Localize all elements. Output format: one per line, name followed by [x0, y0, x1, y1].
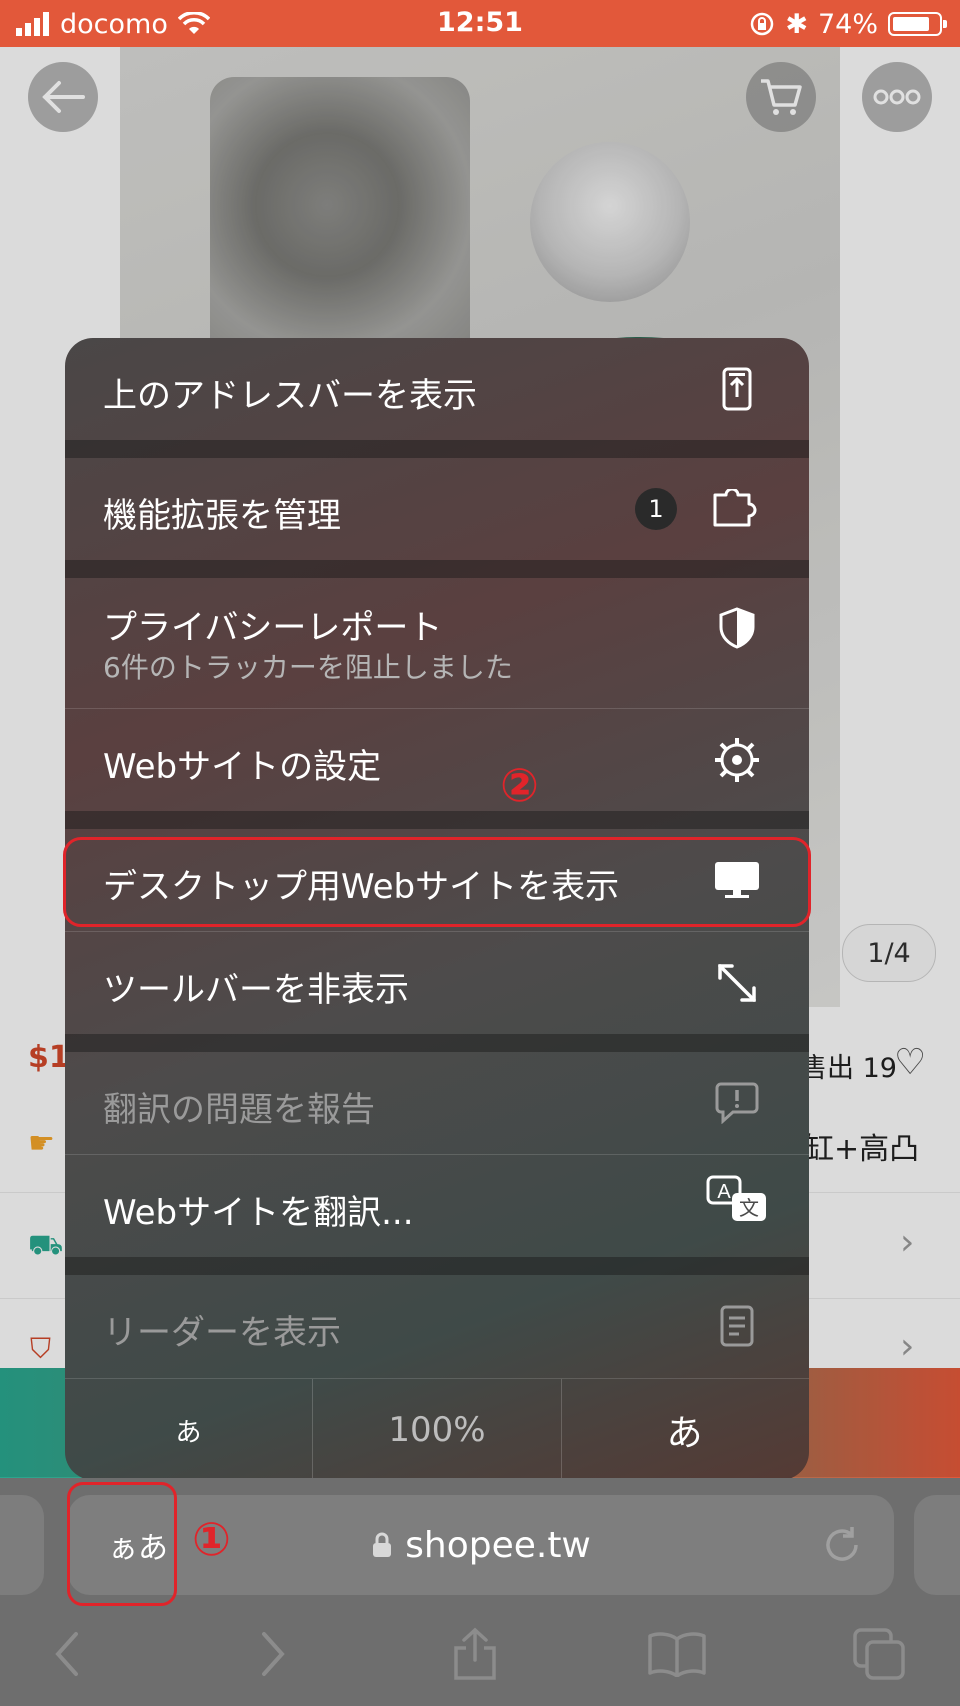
lock-icon — [373, 1532, 392, 1557]
previous-tab-preview[interactable] — [0, 1495, 44, 1595]
phone-top-bar-icon — [705, 357, 769, 421]
forward-button-browser[interactable] — [228, 1614, 318, 1694]
menu-item-label: ツールバーを非表示 — [103, 970, 409, 1010]
menu-item-sublabel: 6件のトラッカーを阻止しました — [103, 651, 513, 684]
status-bar: docomo 12:51 ✱ 74% — [0, 0, 960, 47]
tabs-icon — [853, 1628, 905, 1680]
bookmarks-button[interactable] — [632, 1614, 722, 1694]
translate-icon: A 文 — [705, 1169, 769, 1233]
svg-text:A: A — [717, 1181, 731, 1203]
report-bubble-icon — [705, 1071, 769, 1135]
svg-text:文: 文 — [739, 1196, 759, 1220]
menu-item-manage-extensions[interactable]: 機能拡張を管理 1 — [65, 458, 809, 560]
menu-item-label: Webサイトを翻訳... — [103, 1193, 414, 1233]
reader-icon — [705, 1294, 769, 1358]
menu-item-report-translation-issue[interactable]: 翻訳の問題を報告 — [65, 1052, 809, 1154]
menu-item-translate-website[interactable]: Webサイトを翻訳... A 文 — [65, 1155, 809, 1257]
menu-item-privacy-report[interactable]: プライバシーレポート 6件のトラッカーを阻止しました — [65, 578, 809, 708]
battery-percent: 74% — [817, 8, 878, 40]
tabs-button[interactable] — [834, 1614, 924, 1694]
menu-item-label: 機能拡張を管理 — [103, 496, 341, 536]
chevron-left-icon — [55, 1632, 78, 1676]
puzzle-icon — [705, 477, 769, 541]
menu-item-label: プライバシーレポート — [103, 608, 443, 648]
zoom-level[interactable]: 100% — [312, 1379, 562, 1480]
zoom-controls: あ 100% あ — [65, 1378, 809, 1480]
step-1-marker: ① — [192, 1512, 231, 1566]
battery-icon — [888, 12, 947, 36]
menu-item-hide-toolbar[interactable]: ツールバーを非表示 — [65, 932, 809, 1034]
menu-item-show-reader[interactable]: リーダーを表示 — [65, 1275, 809, 1377]
bluetooth-icon: ✱ — [785, 8, 808, 40]
gear-icon — [705, 728, 769, 792]
share-icon — [454, 1627, 496, 1680]
menu-item-show-top-address-bar[interactable]: 上のアドレスバーを表示 — [65, 338, 809, 440]
zoom-out-button[interactable]: あ — [65, 1379, 312, 1480]
share-button[interactable] — [430, 1614, 520, 1694]
menu-item-label: リーダーを表示 — [103, 1313, 341, 1353]
reload-icon[interactable] — [818, 1521, 866, 1569]
orientation-lock-icon — [751, 12, 774, 36]
back-button-browser[interactable] — [22, 1614, 112, 1694]
url-text: shopee.tw — [405, 1524, 591, 1566]
step-2-marker: ② — [500, 758, 539, 812]
book-icon — [648, 1632, 706, 1677]
next-tab-preview[interactable] — [914, 1495, 960, 1595]
chevron-right-icon — [262, 1632, 285, 1676]
menu-item-label: 上のアドレスバーを表示 — [103, 376, 477, 416]
menu-item-website-settings[interactable]: Webサイトの設定 — [65, 709, 809, 811]
expand-arrows-icon — [705, 951, 769, 1015]
shield-icon — [705, 596, 769, 660]
extension-count-badge: 1 — [635, 488, 677, 530]
menu-item-label: Webサイトの設定 — [103, 747, 382, 787]
menu-item-label: 翻訳の問題を報告 — [103, 1090, 375, 1130]
highlight-desktop-option — [63, 837, 811, 927]
highlight-aa-button — [67, 1482, 177, 1606]
zoom-in-button[interactable]: あ — [560, 1379, 809, 1480]
